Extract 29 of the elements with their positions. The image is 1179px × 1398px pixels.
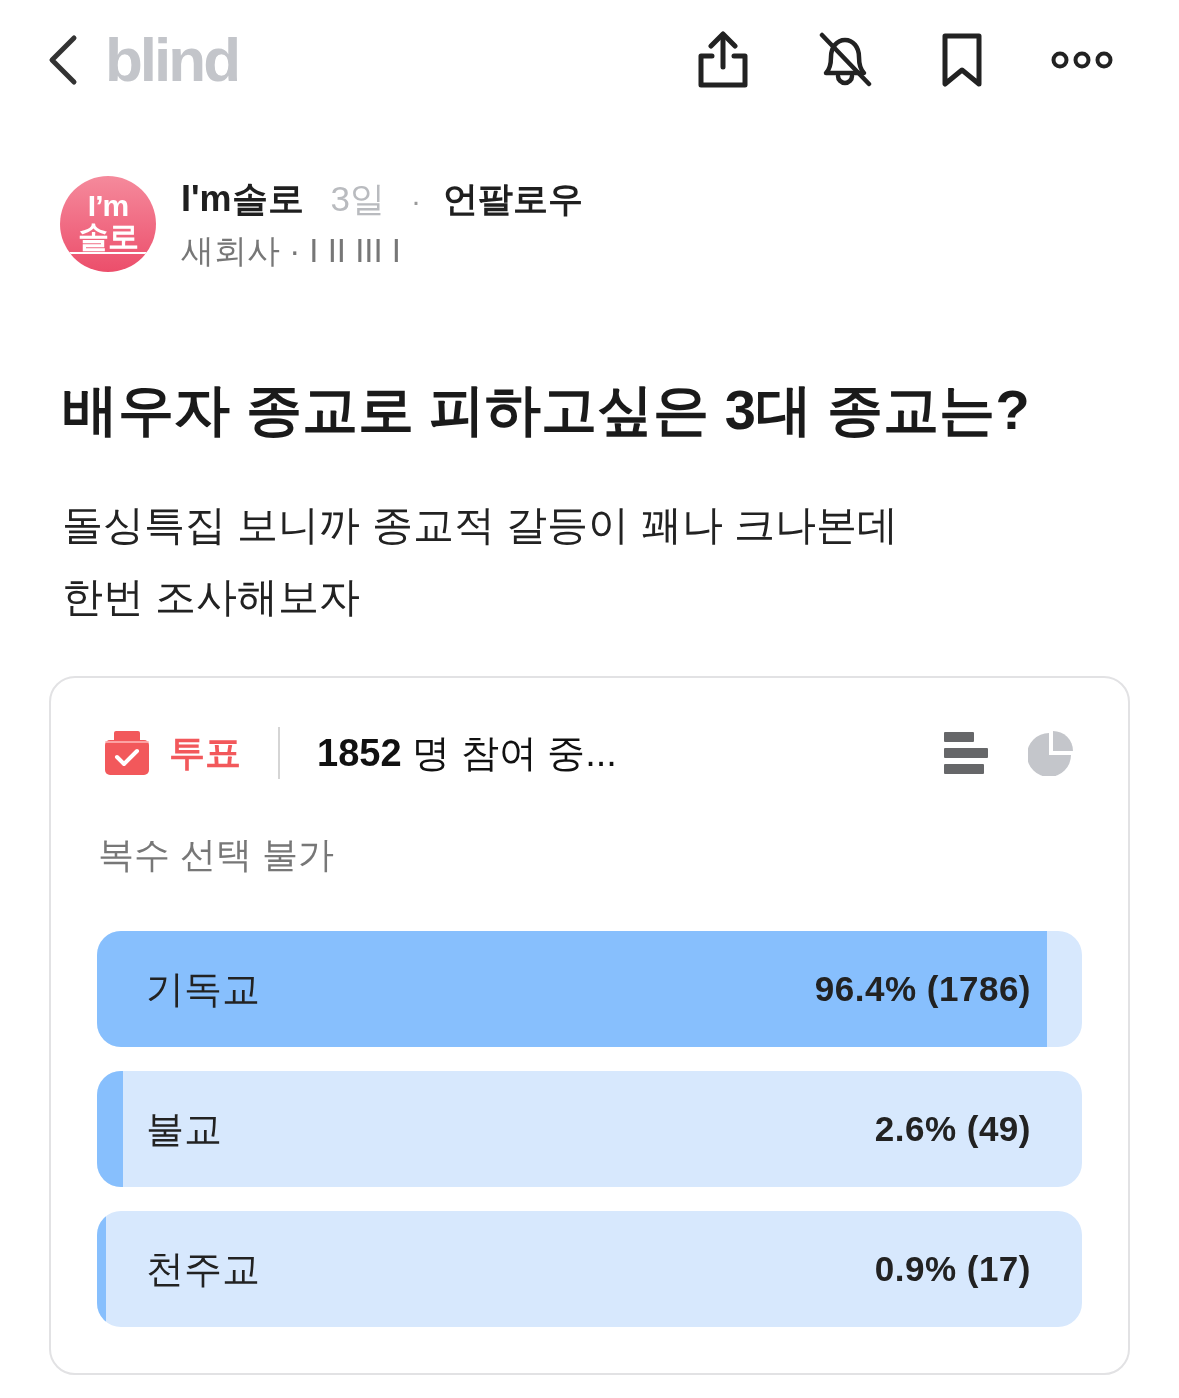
bookmark-icon[interactable] [941,32,983,88]
unfollow-link[interactable]: 언팔로우 [443,177,584,221]
post-body: 돌싱특집 보니까 종교적 갈등이 꽤나 크나본데 한번 조사해보자 [61,501,899,622]
option-label: 천주교 [146,1246,260,1292]
avatar-text: I’m [87,190,129,221]
back-icon[interactable] [48,34,78,86]
notifications-off-icon[interactable] [817,32,873,88]
post-title: 배우자 종교로 피하고싶은 3대 종교는? [61,378,1031,442]
participant-count: 1852 명 참여 중... [317,730,617,776]
option-label: 기독교 [146,966,260,1012]
post-time: 3일 [330,178,386,220]
option-result: 0.9% (17) [874,1249,1031,1289]
ballot-box-icon [105,731,149,775]
more-icon[interactable] [1051,51,1113,69]
option-label: 불교 [146,1106,222,1152]
author-name: I'm솔로 [181,177,304,221]
poll-option[interactable]: 불교 2.6% (49) [97,1071,1082,1187]
author-company: 새회사 · I II III I [181,231,402,271]
share-icon[interactable] [697,31,749,89]
option-result: 2.6% (49) [874,1109,1031,1149]
bar-list-icon[interactable] [944,732,988,774]
poll-option[interactable]: 천주교 0.9% (17) [97,1211,1082,1327]
poll-label: 투표 [169,730,241,775]
poll-rule: 복수 선택 불가 [97,833,335,877]
option-result: 96.4% (1786) [814,969,1031,1009]
blind-logo: blind [105,29,239,91]
avatar-text: 솔로 [78,220,138,252]
poll-option[interactable]: 기독교 96.4% (1786) [97,931,1082,1047]
separator-dot: · [411,183,422,219]
